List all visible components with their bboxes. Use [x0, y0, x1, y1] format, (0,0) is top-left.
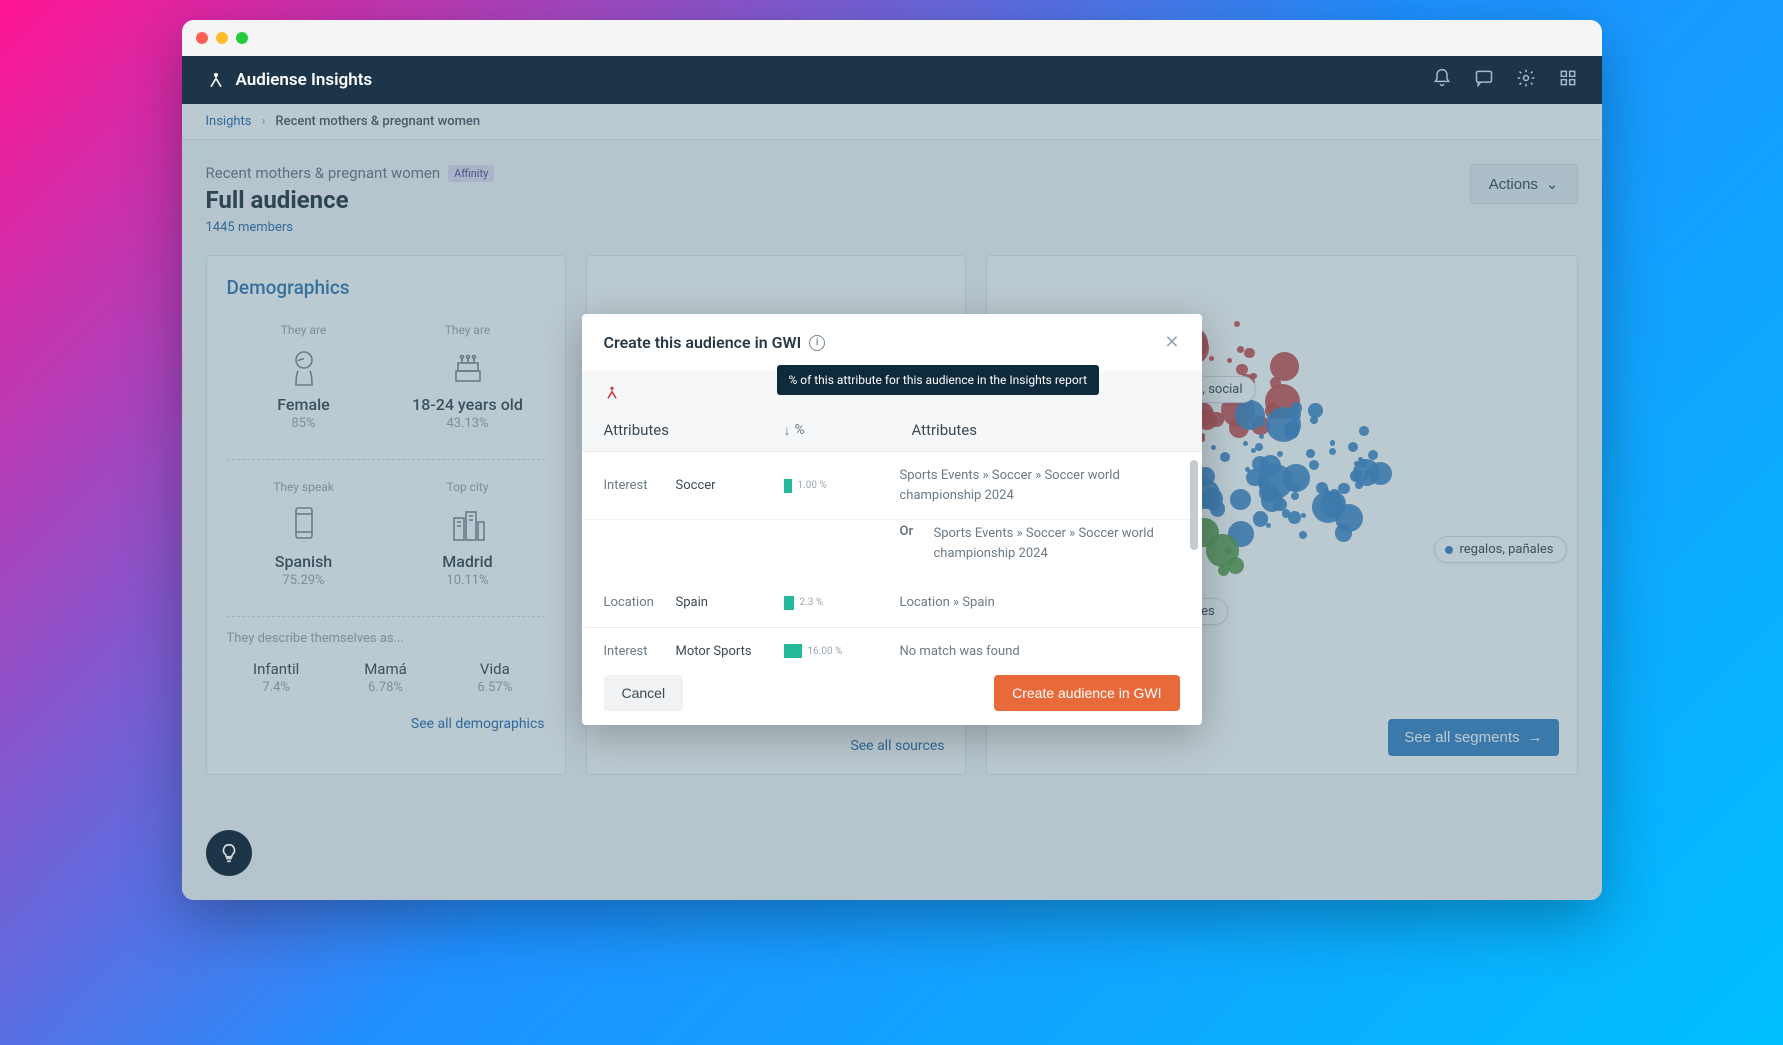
female-icon — [227, 345, 381, 389]
brand[interactable]: Audiense Insights — [206, 70, 373, 90]
age-pct: 43.13% — [391, 416, 545, 431]
table-row: Interest Motor Sports 16.00 % No match w… — [582, 628, 1202, 662]
modal-col-attributes-right: Attributes — [912, 421, 978, 439]
arrow-right-icon: → — [1528, 729, 1543, 746]
table-row: Location Spain 2.3 % Location » Spain — [582, 579, 1202, 628]
page-sup-title: Recent mothers & pregnant women — [206, 164, 441, 182]
keyword-1-pct: 7.4% — [227, 680, 326, 695]
keyword-1: Infantil — [227, 660, 326, 678]
keyword-3: Vida — [445, 660, 544, 678]
city-pct: 10.11% — [391, 573, 545, 588]
see-all-segments-button[interactable]: See all segments → — [1388, 719, 1558, 756]
cancel-button[interactable]: Cancel — [604, 675, 684, 711]
gender-value: Female — [227, 395, 381, 414]
keyword-2: Mamá — [336, 660, 435, 678]
gender-pct: 85% — [227, 416, 381, 431]
demographics-title: Demographics — [227, 276, 545, 299]
keyword-3-pct: 6.57% — [445, 680, 544, 695]
table-row: Or Sports Events » Soccer » Soccer world… — [582, 520, 1202, 579]
minimize-window-dot[interactable] — [216, 32, 228, 44]
close-window-dot[interactable] — [196, 32, 208, 44]
language-pct: 75.29% — [227, 573, 381, 588]
chat-icon[interactable] — [1474, 68, 1494, 92]
lightbulb-icon — [218, 842, 240, 864]
help-fab[interactable] — [206, 830, 252, 876]
age-value: 18-24 years old — [391, 395, 545, 414]
sort-pct-column[interactable]: ↓ % — [784, 422, 805, 439]
apps-icon[interactable] — [1558, 68, 1578, 92]
window-titlebar — [182, 20, 1602, 56]
create-audience-button[interactable]: Create audience in GWI — [994, 675, 1179, 711]
breadcrumb: Insights › Recent mothers & pregnant wom… — [182, 104, 1602, 140]
label-they-are-age: They are — [391, 323, 545, 337]
tooltip: % of this attribute for this audience in… — [777, 365, 1100, 395]
describe-label: They describe themselves as... — [227, 631, 545, 646]
modal-title: Create this audience in GWI — [604, 333, 802, 352]
see-all-demographics-link[interactable]: See all demographics — [411, 716, 545, 732]
city-value: Madrid — [391, 552, 545, 571]
segment-label-2[interactable]: regalos, pañales — [1434, 536, 1566, 563]
label-top-city: Top city — [391, 480, 545, 494]
breadcrumb-root[interactable]: Insights — [206, 114, 252, 129]
gear-icon[interactable] — [1516, 68, 1536, 92]
phone-icon — [227, 502, 381, 546]
brand-name: Audiense Insights — [236, 70, 373, 90]
actions-button[interactable]: Actions ⌄ — [1470, 164, 1578, 204]
cake-icon — [391, 345, 545, 389]
chevron-down-icon: ⌄ — [1546, 175, 1559, 193]
demographics-panel: Demographics They are Female 85% They ar… — [206, 255, 566, 775]
breadcrumb-current: Recent mothers & pregnant women — [275, 114, 480, 129]
members-count[interactable]: 1445 members — [206, 220, 495, 235]
table-row: Interest Soccer 1.00 % Sports Events » S… — [582, 452, 1202, 520]
close-icon[interactable]: ✕ — [1164, 332, 1179, 353]
create-gwi-modal: Create this audience in GWI i ✕ Attribut… — [582, 314, 1202, 725]
modal-col-attributes-left: Attributes — [604, 421, 784, 439]
chevron-right-icon: › — [262, 114, 266, 129]
label-they-speak: They speak — [227, 480, 381, 494]
maximize-window-dot[interactable] — [236, 32, 248, 44]
label-they-are-gender: They are — [227, 323, 381, 337]
arrow-down-icon: ↓ — [784, 422, 791, 439]
bell-icon[interactable] — [1432, 68, 1452, 92]
page-title: Full audience — [206, 186, 495, 214]
brand-logo-icon — [206, 70, 226, 90]
see-all-sources-link[interactable]: See all sources — [850, 738, 944, 754]
language-value: Spanish — [227, 552, 381, 571]
keyword-2-pct: 6.78% — [336, 680, 435, 695]
affinity-tag: Affinity — [448, 165, 494, 182]
info-icon[interactable]: i — [809, 335, 825, 351]
top-nav: Audiense Insights — [182, 56, 1602, 104]
scrollbar-thumb[interactable] — [1190, 460, 1198, 550]
buildings-icon — [391, 502, 545, 546]
